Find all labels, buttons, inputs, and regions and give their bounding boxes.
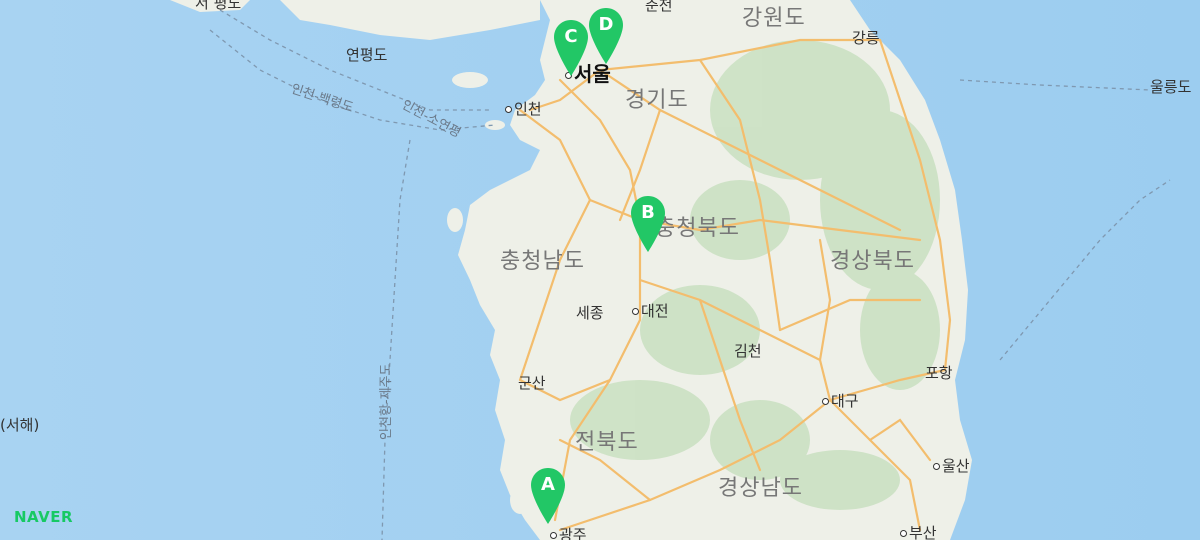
marker-label: A: [541, 474, 555, 495]
city-name: 대구: [831, 392, 859, 410]
island-label-yeonpyeongdo: 연평도: [346, 46, 388, 64]
city-label-daegu: 대구: [822, 390, 859, 411]
city-name: 대전: [641, 302, 669, 320]
province-label-jeonbuk: 전북도: [575, 430, 639, 455]
province-label-chungbuk: 충청북도: [655, 216, 740, 241]
city-name: 인천: [514, 100, 542, 118]
city-dot: [550, 532, 557, 539]
island: [474, 252, 486, 268]
sea-label-west-sea: (서해): [0, 416, 40, 434]
island: [452, 72, 488, 88]
island: [447, 208, 463, 232]
city-name: 울산: [942, 457, 970, 475]
province-label-gyeongbuk: 경상북도: [830, 249, 915, 274]
city-label-daejeon: 대전: [632, 300, 669, 321]
city-label-gunsan: 군산: [518, 374, 546, 392]
province-label-chungnam: 충청남도: [500, 249, 585, 274]
city-name: 광주: [559, 526, 587, 540]
map-canvas[interactable]: 강원도 경기도 충청북도 충청남도 경상북도 전북도 경상남도 서울 인천 세종…: [0, 0, 1200, 540]
city-label-busan: 부산: [900, 522, 937, 540]
city-label-pohang: 포항: [925, 364, 953, 382]
marker-label: C: [564, 26, 578, 47]
city-dot: [505, 106, 512, 113]
island-label-top: 서 평도: [195, 0, 242, 12]
city-label-gimcheon: 김천: [734, 342, 762, 360]
city-dot: [933, 463, 940, 470]
city-label-ulsan: 울산: [933, 455, 970, 476]
city-dot: [822, 398, 829, 405]
route-label-incheon-jeju: 인천항-제주도: [379, 363, 394, 440]
map-marker-d[interactable]: D: [589, 8, 623, 64]
province-label-gyeongnam: 경상남도: [718, 476, 803, 501]
island: [485, 120, 505, 130]
city-label-incheon: 인천: [505, 98, 542, 119]
marker-label: D: [598, 14, 614, 35]
map-marker-a[interactable]: A: [531, 468, 565, 524]
city-name: 부산: [909, 524, 937, 540]
island: [510, 486, 530, 514]
island-label-ulleungdo: 울릉도: [1150, 78, 1192, 96]
map-marker-c[interactable]: C: [554, 20, 588, 76]
naver-logo: NAVER: [14, 508, 74, 526]
city-dot: [632, 308, 639, 315]
province-label-gyeonggi: 경기도: [625, 88, 689, 113]
city-label-gangneung: 강릉: [852, 29, 880, 47]
city-dot: [900, 530, 907, 537]
marker-label: B: [641, 202, 655, 223]
city-label-sejong: 세종: [576, 304, 604, 322]
city-label-gwangju: 광주: [550, 524, 587, 540]
province-label-gangwon: 강원도: [742, 6, 806, 31]
city-label-chuncheon: 춘천: [645, 0, 673, 14]
map-marker-b[interactable]: B: [631, 196, 665, 252]
